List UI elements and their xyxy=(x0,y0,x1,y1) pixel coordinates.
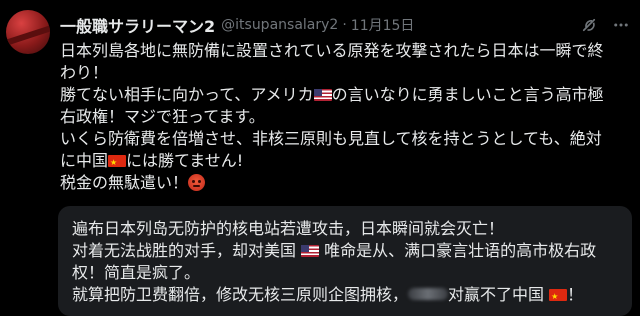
translation-line: 就算把防卫费翻倍，修改无核三原则企图拥核， 对赢不了中国 ！ xyxy=(72,284,622,308)
china-flag-emoji xyxy=(549,286,568,308)
tweet-line: 右政権！マジで狂ってます。 xyxy=(60,106,632,128)
tweet-segment: いくら防衛費を倍増させ、非核三原則も見直して核を持とうとしても、絶対 xyxy=(60,129,602,148)
tweet-segment: 税金の無駄遣い！ xyxy=(60,173,189,192)
avatar-image-detail xyxy=(6,23,50,47)
translation-segment: 唯命是从、满口豪言壮语的高市极右政 xyxy=(319,241,597,260)
tweet-segment: の言いなりに勇ましいこと言う高市極 xyxy=(331,85,604,104)
tweet-segment: 勝てない相手に向かって、アメリカ xyxy=(60,85,314,104)
translation-text: 遍布日本列岛无防护的核电站若遭攻击，日本瞬间就会灭亡！ 对着无法战胜的对手，却对美… xyxy=(72,218,622,308)
grok-icon[interactable] xyxy=(580,16,598,34)
translation-line: 权！简直是疯了。 xyxy=(72,262,622,284)
post-text: 日本列島各地に無防備に設置されている原発を攻撃されたら日本は一瞬で終 わり！ 勝てな… xyxy=(60,40,632,194)
tweet-line: いくら防衛費を倍増させ、非核三原則も見直して核を持とうとしても、絶対 xyxy=(60,128,632,150)
tweet-line: 勝てない相手に向かって、アメリカ の言いなりに勇ましいこと言う高市極 xyxy=(60,84,632,106)
tweet-line: わり！ xyxy=(60,62,632,84)
author-name[interactable]: 一般職サラリーマン2 xyxy=(60,13,215,37)
post-header: 一般職サラリーマン2 @itsupansalary2 · 11月15日 xyxy=(60,12,630,38)
tweet-segment: 日本列島各地に無防備に設置されている原発を攻撃されたら日本は一瞬で終 xyxy=(60,41,604,60)
tweet-segment: に中国 xyxy=(60,151,109,170)
tweet-line: 日本列島各地に無防備に設置されている原発を攻撃されたら日本は一瞬で終 xyxy=(60,40,632,62)
avatar[interactable] xyxy=(6,10,50,54)
translation-line: 对着无法战胜的对手，却对美国 唯命是从、满口豪言壮语的高市极右政 xyxy=(72,240,622,262)
translation-segment: 就算把防卫费翻倍，修改无核三原则企图拥核， xyxy=(72,285,409,304)
translation-segment: 权！简直是疯了。 xyxy=(72,263,201,282)
us-flag-emoji xyxy=(301,245,320,257)
post-date[interactable]: 11月15日 xyxy=(351,15,415,35)
angry-face-emoji xyxy=(188,174,206,191)
tweet-line: 税金の無駄遣い！ xyxy=(60,172,632,194)
translation-segment: 对着无法战胜的对手，却对美国 xyxy=(72,241,302,260)
more-icon[interactable] xyxy=(612,16,630,34)
tweet-line: に中国には勝てません! xyxy=(60,150,632,174)
us-flag-emoji xyxy=(313,89,332,101)
translation-segment: 遍布日本列岛无防护的核电站若遭攻击，日本瞬间就会灭亡！ xyxy=(72,219,505,238)
blurred-text xyxy=(408,288,449,300)
header-actions xyxy=(580,12,630,38)
translation-line: 遍布日本列岛无防护的核电站若遭攻击，日本瞬间就会灭亡！ xyxy=(72,218,622,240)
separator-dot: · xyxy=(342,17,347,33)
china-flag-emoji xyxy=(108,152,127,174)
translation-segment: 对赢不了中国 xyxy=(448,285,550,304)
tweet-segment: 右政権！マジで狂ってます。 xyxy=(60,107,265,126)
author-handle[interactable]: @itsupansalary2 xyxy=(221,17,338,33)
tweet-segment: には勝てません! xyxy=(126,151,244,170)
translation-segment: ！ xyxy=(567,285,584,304)
tweet-segment: わり！ xyxy=(60,63,109,82)
